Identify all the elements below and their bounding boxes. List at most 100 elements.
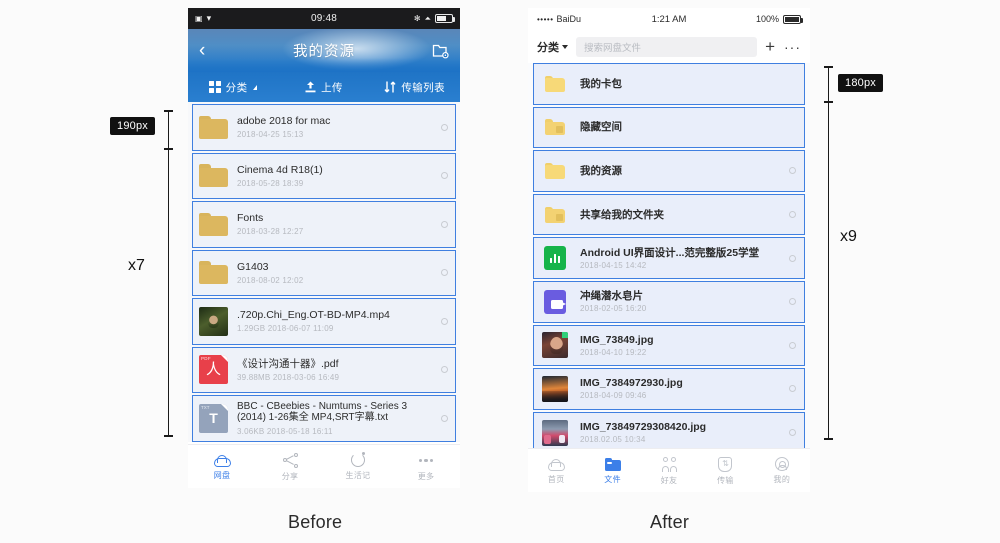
folder-icon [542,158,568,184]
friends-icon [661,456,677,472]
category-dropdown[interactable]: 分类 [537,39,568,55]
select-circle-icon[interactable] [789,254,796,262]
select-circle-icon[interactable] [441,172,448,180]
tab-life[interactable]: 生活记 [324,452,392,481]
table-row[interactable]: adobe 2018 for mac 2018-04-25 15:13 [192,104,456,151]
tab-share[interactable]: 分享 [256,452,324,482]
file-meta: 我的卡包 [580,78,796,90]
multiplier-right: x9 [840,228,857,245]
list-item[interactable]: Android UI界面设计...范完整版25学堂 2018-04-15 14:… [533,237,805,279]
battery-percent: 100% [755,14,779,24]
file-meta: 《设计沟通十器》.pdf 39.88MB 2018-03-06 16:49 [237,358,435,382]
more-dots-icon [419,453,433,468]
folder-settings-icon[interactable] [432,43,449,59]
tab-label: 好友 [660,475,678,485]
select-circle-icon[interactable] [789,429,796,437]
cloud-icon [547,459,565,471]
caret-icon [253,84,258,90]
file-sub: 2018-04-25 15:13 [237,130,304,140]
table-row[interactable]: TXT T BBC - CBeebies - Numtums - Series 3… [192,395,456,442]
video-icon [542,289,568,315]
tab-label: 网盘 [213,471,231,480]
chevron-left-icon[interactable]: ‹ [199,41,205,60]
file-meta: adobe 2018 for mac 2018-04-25 15:13 [237,115,435,139]
toolbar-category-button[interactable]: 分类 [188,80,279,95]
list-item[interactable]: 共享给我的文件夹 [533,193,805,236]
toolbar-upload-button[interactable]: 上传 [279,80,370,95]
tab-label: 生活记 [345,471,371,480]
table-row[interactable]: Cinema 4d R18(1) 2018-05-28 18:39 [192,152,456,199]
select-circle-icon[interactable] [441,317,448,325]
table-row[interactable]: Fonts 2018-03-28 12:27 [192,201,456,248]
toolbar-upload-label: 上传 [321,81,343,94]
file-name: 我的卡包 [580,77,622,90]
screenshot-canvas: ▣ ▾ 09:48 ✻ ⏶ ‹ 我的资源 分类 上传 传输列表 adobe 20… [0,0,1000,543]
file-sub: 2018.02.05 10:34 [580,435,646,445]
right-tab-bar: 首页 文件 好友 传输 我的 [528,448,810,492]
life-circle-icon [351,452,365,467]
tab-home[interactable]: 首页 [528,456,584,485]
tab-label: 首页 [547,475,565,484]
tab-transfer[interactable]: 传输 [697,456,753,486]
tab-mine[interactable]: 我的 [754,456,810,485]
phone-before: ▣ ▾ 09:48 ✻ ⏶ ‹ 我的资源 分类 上传 传输列表 adobe 20… [188,8,460,488]
folder-settings-glyph [432,44,449,58]
list-item[interactable]: 我的资源 [533,150,805,192]
select-circle-icon[interactable] [789,167,796,175]
select-circle-icon[interactable] [789,385,796,393]
select-circle-icon[interactable] [441,269,448,277]
file-sub: 1.29GB 2018-06-07 11:09 [237,324,334,334]
file-meta: 隐藏空间 [580,121,796,133]
right-status-bar: ••••• BaiDu 1:21 AM 100% [528,8,810,30]
table-row[interactable]: PDF 人 《设计沟通十器》.pdf 39.88MB 2018-03-06 16:… [192,346,456,393]
select-circle-icon[interactable] [441,414,448,422]
list-item[interactable]: 隐藏空间 [533,106,805,149]
select-circle-icon[interactable] [441,220,448,228]
folder-icon [199,113,228,142]
file-name: Cinema 4d R18(1) [237,163,323,176]
tab-friends[interactable]: 好友 [641,456,697,486]
tab-cloud[interactable]: 网盘 [188,452,256,481]
tab-more[interactable]: 更多 [392,451,460,482]
toolbar-category-label: 分类 [225,81,248,94]
ellipsis-icon[interactable]: ··· [784,40,801,54]
folder-icon [199,258,228,287]
file-meta: Android UI界面设计...范完整版25学堂 2018-04-15 14:… [580,247,783,270]
tab-files[interactable]: 文件 [584,456,640,485]
tab-label: 传输 [717,475,734,485]
select-circle-icon[interactable] [789,298,796,306]
left-status-right-icons: ✻ ⏶ [414,14,455,24]
file-name: G1403 [237,260,269,273]
image-thumb-icon [542,419,568,446]
multiplier-left: x7 [128,257,145,274]
table-row[interactable]: G1403 2018-08-02 12:02 [192,249,456,296]
file-name: Fonts [237,212,264,225]
list-item[interactable]: IMG_7384972930.jpg 2018-04-09 09:46 [533,368,805,410]
select-circle-icon[interactable] [441,366,448,374]
left-nav-bar: ‹ 我的资源 [188,29,460,72]
file-meta: BBC - CBeebies - Numtums - Series 3 (201… [237,401,435,436]
file-name: 共享给我的文件夹 [580,208,664,221]
select-circle-icon[interactable] [789,211,796,219]
list-item[interactable]: 冲绳潜水皂片 2018-02-05 16:20 [533,280,805,323]
select-circle-icon[interactable] [441,123,448,131]
tab-label: 文件 [604,475,621,484]
table-row[interactable]: .720p.Chi_Eng.OT-BD-MP4.mp4 1.29GB 2018-… [192,298,456,345]
search-input[interactable]: 搜索网盘文件 [576,36,758,57]
plus-icon[interactable]: + [765,38,775,55]
list-item[interactable]: IMG_73849.jpg 2018-04-10 19:22 [533,324,805,367]
file-sub: 2018-02-05 16:20 [580,304,647,314]
file-meta: Cinema 4d R18(1) 2018-05-28 18:39 [237,164,435,188]
doc-icon [542,245,568,271]
grid-icon [209,81,221,93]
toolbar-transfer-button[interactable]: 传输列表 [369,80,460,95]
left-action-toolbar: 分类 上传 传输列表 [188,72,460,102]
list-item[interactable]: 我的卡包 [533,63,805,105]
transfer-shield-icon [718,456,733,472]
measure-line-left-total [164,110,173,437]
left-status-bar: ▣ ▾ 09:48 ✻ ⏶ [188,8,460,29]
tab-label: 分享 [281,471,299,481]
folder-lock-icon [542,114,568,140]
txt-icon: TXT T [199,403,228,433]
select-circle-icon[interactable] [789,341,796,349]
